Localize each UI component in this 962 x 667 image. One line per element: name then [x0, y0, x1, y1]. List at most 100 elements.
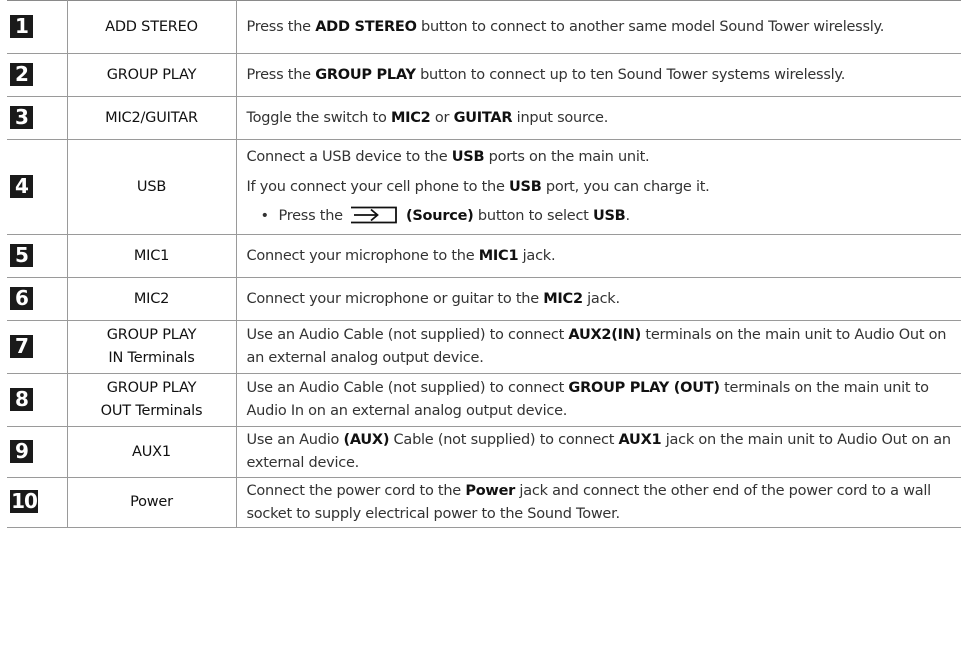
- row-description-cell: Use an Audio Cable (not supplied) to con…: [235, 373, 961, 427]
- description-line: Press the GROUP PLAY button to connect u…: [247, 64, 952, 87]
- description-line: Use an Audio Cable (not supplied) to con…: [247, 377, 952, 423]
- bold-term: AUX1: [618, 432, 662, 448]
- description-line: Connect your microphone to the MIC1 jack…: [247, 245, 952, 268]
- description-text: Use an Audio Cable (not supplied) to con…: [246, 327, 569, 343]
- row-label-cell: GROUP PLAY OUT Terminals: [66, 373, 237, 427]
- row-description-cell: Connect a USB device to the USB ports on…: [235, 139, 961, 235]
- row-description-cell: Use an Audio (AUX) Cable (not supplied) …: [235, 426, 961, 478]
- bold-term: MIC1: [478, 247, 519, 264]
- row-label: GROUP PLAY: [106, 66, 197, 83]
- description-text: Connect your microphone to the: [246, 247, 479, 264]
- row-number-cell: 2: [7, 53, 68, 97]
- bold-term: USB: [508, 179, 542, 195]
- bold-term: GROUP PLAY (OUT): [568, 380, 720, 396]
- description-text: Connect your microphone or guitar to the: [246, 290, 544, 307]
- table-row: 3 MIC2/GUITAR Toggle the switch to MIC2 or…: [7, 96, 961, 140]
- bold-term: MIC2: [543, 290, 583, 307]
- row-number-cell: 10: [7, 477, 68, 528]
- description-text: button to connect to another same model …: [416, 18, 885, 35]
- row-description-cell: Connect your microphone or guitar to the…: [235, 277, 961, 321]
- description-text: Use an Audio Cable (not supplied) to con…: [246, 380, 569, 396]
- description-line: If you connect your cell phone to the US…: [247, 176, 952, 199]
- description-line: Connect the power cord to the Power jack…: [247, 480, 952, 526]
- row-label-cell: GROUP PLAY IN Terminals: [66, 320, 237, 374]
- row-label-cell: USB: [66, 139, 237, 235]
- table-row: 9 AUX1 Use an Audio (AUX) Cable (not suppl…: [7, 426, 961, 478]
- row-description-cell: Toggle the switch to MIC2 or GUITAR inpu…: [235, 96, 961, 140]
- description-text: Connect the power cord to the: [246, 482, 466, 499]
- row-number-badge: 6: [10, 286, 33, 310]
- description-text: jack.: [518, 247, 556, 264]
- row-number-badge: 5: [10, 243, 33, 267]
- description-line: Use an Audio Cable (not supplied) to con…: [247, 324, 952, 370]
- description-text: button to connect up to ten Sound Tower …: [415, 66, 846, 83]
- row-description-cell: Press the GROUP PLAY button to connect u…: [235, 53, 961, 97]
- bullet-item: • Press the (Source) button to select USB…: [247, 205, 952, 228]
- row-description-cell: Connect the power cord to the Power jack…: [235, 477, 961, 528]
- description-text: Toggle the switch to: [246, 109, 391, 126]
- row-label: Power: [130, 494, 173, 510]
- description-line: Press the ADD STEREO button to connect t…: [247, 16, 952, 39]
- description-text: port, you can charge it.: [541, 179, 710, 195]
- row-label-line: IN Terminals: [108, 350, 195, 366]
- row-label-cell: GROUP PLAY: [66, 53, 237, 97]
- description-text: Press the: [278, 208, 348, 224]
- table-row: 5 MIC1 Connect your microphone to the MIC1…: [7, 234, 961, 278]
- description-line: Toggle the switch to MIC2 or GUITAR inpu…: [247, 107, 952, 130]
- bold-term: AUX2(IN): [568, 327, 642, 343]
- table-row: 6 MIC2 Connect your microphone or guitar t…: [7, 277, 961, 321]
- row-label: MIC2/GUITAR: [105, 109, 198, 126]
- bold-term: USB: [592, 208, 626, 224]
- row-number-badge: 2: [10, 62, 33, 86]
- bold-term: GUITAR: [453, 109, 513, 126]
- row-label-line: GROUP PLAY: [106, 380, 197, 396]
- bold-term: USB: [451, 149, 485, 165]
- bold-term: (AUX): [343, 432, 390, 448]
- description-line: Connect a USB device to the USB ports on…: [247, 146, 952, 169]
- table-row: 7 GROUP PLAY IN Terminals Use an Audio Cabl…: [7, 320, 961, 374]
- bold-term: MIC2: [390, 109, 431, 126]
- row-description-cell: Use an Audio Cable (not supplied) to con…: [235, 320, 961, 374]
- connections-table: 1 ADD STEREO Press the ADD STEREO button t…: [7, 0, 961, 528]
- row-label-cell: AUX1: [66, 426, 237, 478]
- row-label: ADD STEREO: [105, 18, 198, 35]
- row-label-cell: MIC2: [66, 277, 237, 321]
- table-row: 4 USB Connect a USB device to the USB port…: [7, 139, 961, 235]
- row-label: MIC2: [133, 290, 170, 307]
- row-number-cell: 1: [7, 0, 68, 54]
- description-text: ports on the main unit.: [484, 149, 650, 165]
- description-text: button to select: [473, 208, 593, 224]
- row-description-cell: Connect your microphone to the MIC1 jack…: [235, 234, 961, 278]
- row-label-cell: MIC1: [66, 234, 237, 278]
- description-text: Cable (not supplied) to connect: [389, 432, 619, 448]
- description-text: or: [430, 109, 454, 126]
- row-label: AUX1: [132, 443, 171, 460]
- bold-term: Power: [465, 482, 516, 499]
- table-row: 10 Power Connect the power cord to the Pow…: [7, 477, 961, 528]
- row-label-line: GROUP PLAY: [106, 327, 197, 343]
- row-label: MIC1: [133, 247, 170, 264]
- description-line: Use an Audio (AUX) Cable (not supplied) …: [247, 429, 952, 475]
- row-number-badge: 3: [10, 105, 33, 129]
- row-label-cell: Power: [66, 477, 237, 528]
- row-number-badge: 10: [10, 489, 38, 513]
- bold-term: (Source): [401, 208, 474, 224]
- row-number-cell: 8: [7, 373, 68, 427]
- description-text: .: [625, 208, 631, 224]
- row-number-cell: 3: [7, 96, 68, 140]
- source-icon: [351, 206, 398, 224]
- row-number-cell: 7: [7, 320, 68, 374]
- row-label-cell: ADD STEREO: [66, 0, 237, 54]
- row-number-badge: 1: [10, 14, 33, 38]
- table-row: 2 GROUP PLAY Press the GROUP PLAY button t…: [7, 53, 961, 97]
- row-description-cell: Press the ADD STEREO button to connect t…: [235, 0, 961, 54]
- row-number-cell: 6: [7, 277, 68, 321]
- bold-term: GROUP PLAY: [315, 66, 416, 83]
- description-text: Connect a USB device to the: [246, 149, 452, 165]
- row-number-badge: 7: [10, 334, 33, 358]
- row-number-cell: 9: [7, 426, 68, 478]
- bold-term: ADD STEREO: [315, 18, 417, 35]
- row-number-badge: 9: [10, 439, 33, 463]
- table-row: 1 ADD STEREO Press the ADD STEREO button t…: [7, 0, 961, 54]
- description-text: If you connect your cell phone to the: [246, 179, 509, 195]
